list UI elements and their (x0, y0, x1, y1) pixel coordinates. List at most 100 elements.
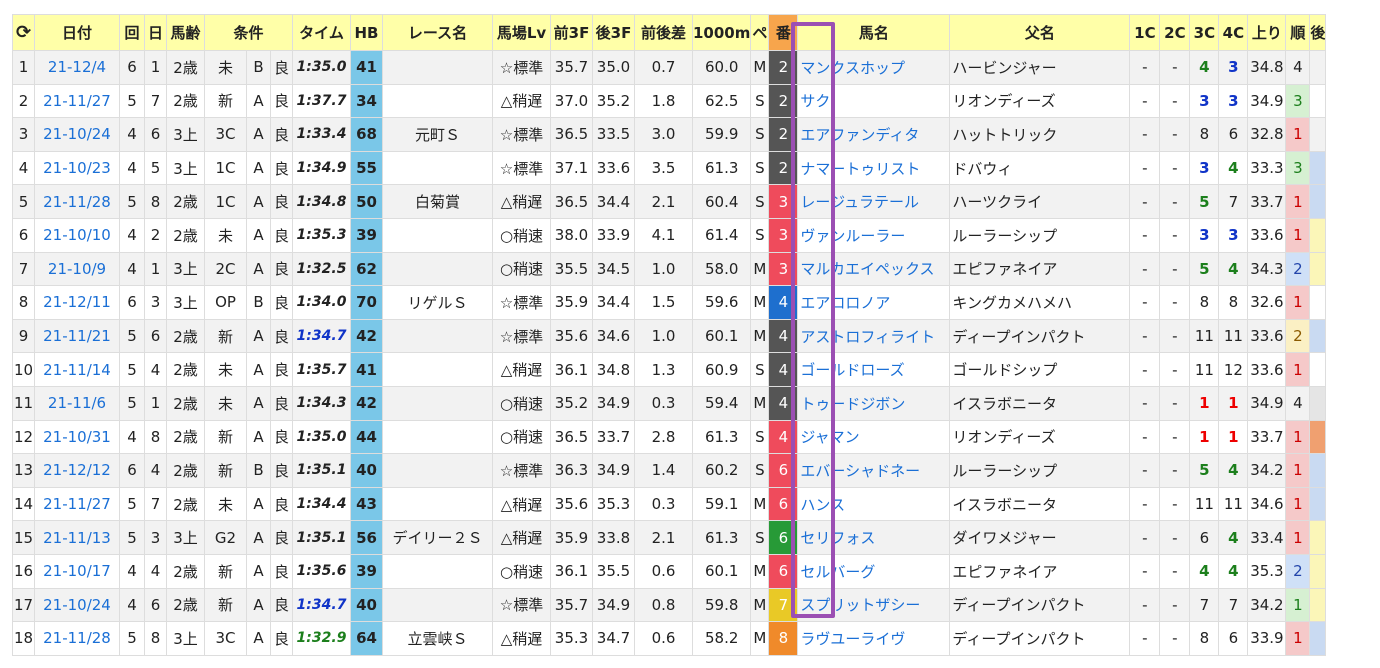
table-row[interactable]: 7 21-10/9 4 1 3上 2C A 良 1:32.5 62 ○稍速 35.5 34.5 1.0 58… (12, 251, 1327, 287)
horse-link[interactable]: セルバーグ (800, 563, 875, 581)
header-last-3f[interactable]: 後3F (592, 14, 635, 51)
date-link[interactable]: 21-11/27 (43, 495, 111, 513)
date-link[interactable]: 21-10/10 (43, 226, 111, 244)
table-row[interactable]: 15 21-11/13 5 3 3上 G2 A 良 1:35.1 56 デイリー２Ｓ △稍遅 35.9 3… (12, 520, 1327, 555)
date-cell[interactable]: 21-10/10 (34, 217, 120, 253)
horse-name-cell[interactable]: レージュラテール (797, 184, 951, 219)
date-cell[interactable]: 21-10/23 (34, 150, 120, 186)
horse-name-cell[interactable]: マルカエイペックス (797, 251, 951, 287)
date-link[interactable]: 21-10/23 (43, 159, 111, 177)
date-link[interactable]: 21-11/28 (43, 629, 111, 647)
date-link[interactable]: 21-11/14 (43, 361, 111, 379)
table-row[interactable]: 9 21-11/21 5 6 2歳新 A 良 1:34.7 42 ☆標準 35.6 34.6 1.0 60… (12, 318, 1327, 354)
date-cell[interactable]: 21-11/21 (34, 318, 120, 354)
header-age[interactable]: 馬齢 (166, 14, 205, 51)
header-condition[interactable]: 条件 (204, 14, 293, 51)
horse-name-cell[interactable]: トゥードジボン (797, 385, 951, 421)
date-cell[interactable]: 21-11/13 (34, 520, 120, 555)
date-link[interactable]: 21-10/9 (48, 260, 106, 278)
horse-name-cell[interactable]: スプリットザシー (797, 587, 951, 623)
horse-name-cell[interactable]: マンクスホップ (797, 50, 951, 85)
header-track-level[interactable]: 馬場Lv (492, 14, 551, 51)
header-horse-name[interactable]: 馬名 (797, 14, 951, 51)
horse-link[interactable]: アストロフィライト (800, 328, 935, 346)
horse-link[interactable]: マンクスホップ (800, 59, 905, 77)
date-link[interactable]: 21-10/24 (43, 596, 111, 614)
horse-link[interactable]: エアファンディタ (800, 126, 919, 144)
date-cell[interactable]: 21-12/4 (34, 50, 120, 85)
header-time[interactable]: タイム (292, 14, 351, 51)
horse-name-cell[interactable]: エバーシャドネー (797, 453, 951, 488)
table-row[interactable]: 13 21-12/12 6 4 2歳新 B 良 1:35.1 40 ☆標準 36.3 34.9 1.4 6… (12, 453, 1327, 488)
header-2c[interactable]: 2C (1159, 14, 1191, 51)
header-4c[interactable]: 4C (1218, 14, 1249, 51)
horse-name-cell[interactable]: ハンス (797, 486, 951, 522)
table-row[interactable]: 8 21-12/11 6 3 3上 OP B 良 1:34.0 70 リゲルＳ ☆標準 35.9 34.4… (12, 285, 1327, 320)
date-cell[interactable]: 21-12/12 (34, 453, 120, 488)
horse-link[interactable]: トゥードジボン (800, 395, 905, 413)
header-rank[interactable]: 順 (1285, 14, 1311, 51)
date-link[interactable]: 21-10/17 (43, 562, 111, 580)
date-cell[interactable]: 21-10/9 (34, 251, 120, 287)
horse-link[interactable]: レージュラテール (800, 193, 919, 211)
header-race-name[interactable]: レース名 (382, 14, 493, 51)
table-row[interactable]: 14 21-11/27 5 7 2歳未 A 良 1:34.4 43 △稍遅 35.6 35.3 0.3 5… (12, 486, 1327, 522)
header-hb[interactable]: HB (350, 14, 383, 51)
horse-link[interactable]: スプリットザシー (800, 596, 920, 614)
horse-name-cell[interactable]: サク (797, 83, 951, 119)
horse-link[interactable]: ハンス (800, 496, 845, 514)
header-sire-name[interactable]: 父名 (949, 14, 1131, 51)
date-link[interactable]: 21-12/12 (43, 461, 111, 479)
date-link[interactable]: 21-11/6 (48, 394, 106, 412)
header-extra[interactable]: 後 (1309, 14, 1327, 51)
horse-name-cell[interactable]: エアファンディタ (797, 117, 951, 152)
date-cell[interactable]: 21-10/31 (34, 419, 120, 455)
header-date[interactable]: 日付 (34, 14, 120, 51)
header-day[interactable]: 日 (144, 14, 167, 51)
horse-link[interactable]: ゴールドローズ (800, 361, 904, 379)
date-cell[interactable]: 21-11/28 (34, 184, 120, 219)
date-cell[interactable]: 21-11/27 (34, 486, 120, 522)
date-cell[interactable]: 21-11/27 (34, 83, 120, 119)
horse-link[interactable]: サク (800, 92, 830, 110)
header-kai[interactable]: 回 (119, 14, 145, 51)
table-row[interactable]: 17 21-10/24 4 6 2歳新 A 良 1:34.7 40 ☆標準 35.7 34.9 0.8 5… (12, 587, 1327, 623)
table-row[interactable]: 1 21-12/4 6 1 2歳未 B 良 1:35.0 41 ☆標準 35.7 35.0 0.7 60.… (12, 50, 1327, 85)
table-row[interactable]: 3 21-10/24 4 6 3上 3C A 良 1:33.4 68 元町Ｓ ☆標準 36.5 33.5 3… (12, 117, 1327, 152)
header-first-3f[interactable]: 前3F (550, 14, 593, 51)
header-1000m[interactable]: 1000m (691, 14, 752, 51)
horse-link[interactable]: セリフォス (800, 529, 875, 547)
horse-name-cell[interactable]: ゴールドローズ (797, 352, 951, 387)
table-row[interactable]: 2 21-11/27 5 7 2歳新 A 良 1:37.7 34 △稍遅 37.0 35.2 1.8 62… (12, 83, 1327, 119)
header-agari[interactable]: 上り (1247, 14, 1287, 51)
table-row[interactable]: 16 21-10/17 4 4 2歳新 A 良 1:35.6 39 ○稍速 36.1 35.5 0.6 6… (12, 553, 1327, 589)
header-ban[interactable]: 番 (768, 14, 799, 51)
date-link[interactable]: 21-11/13 (43, 529, 111, 547)
date-link[interactable]: 21-11/28 (43, 193, 111, 211)
header-diff[interactable]: 前後差 (634, 14, 693, 51)
table-row[interactable]: 11 21-11/6 5 1 2歳未 A 良 1:34.3 42 ○稍速 35.2 34.9 0.3 59… (12, 385, 1327, 421)
header-1c[interactable]: 1C (1129, 14, 1161, 51)
horse-name-cell[interactable]: ラヴユーライヴ (797, 621, 951, 656)
horse-name-cell[interactable]: エアロロノア (797, 285, 951, 320)
horse-name-cell[interactable]: ヴァンルーラー (797, 217, 951, 253)
table-row[interactable]: 18 21-11/28 5 8 3上 3C A 良 1:32.9 64 立雲峡Ｓ △稍遅 35.3 34.… (12, 621, 1327, 656)
header-3c[interactable]: 3C (1189, 14, 1220, 51)
refresh-header[interactable]: ⟳ (12, 14, 35, 51)
horse-link[interactable]: ジャマン (800, 428, 859, 446)
date-cell[interactable]: 21-10/24 (34, 587, 120, 623)
horse-name-cell[interactable]: ナマートゥリスト (797, 150, 951, 186)
date-cell[interactable]: 21-11/14 (34, 352, 120, 387)
date-cell[interactable]: 21-10/24 (34, 117, 120, 152)
table-row[interactable]: 4 21-10/23 4 5 3上 1C A 良 1:34.9 55 ☆標準 37.1 33.6 3.5 6… (12, 150, 1327, 186)
table-row[interactable]: 5 21-11/28 5 8 2歳 1C A 良 1:34.8 50 白菊賞 △稍遅 36.5 34.4 2… (12, 184, 1327, 219)
date-link[interactable]: 21-11/27 (43, 92, 111, 110)
date-link[interactable]: 21-10/24 (43, 125, 111, 143)
table-row[interactable]: 6 21-10/10 4 2 2歳未 A 良 1:35.3 39 ○稍速 38.0 33.9 4.1 61… (12, 217, 1327, 253)
date-cell[interactable]: 21-11/28 (34, 621, 120, 656)
horse-name-cell[interactable]: セリフォス (797, 520, 951, 555)
horse-link[interactable]: ラヴユーライヴ (800, 630, 905, 648)
date-link[interactable]: 21-10/31 (43, 428, 111, 446)
date-cell[interactable]: 21-12/11 (34, 285, 120, 320)
horse-link[interactable]: マルカエイペックス (800, 260, 934, 278)
